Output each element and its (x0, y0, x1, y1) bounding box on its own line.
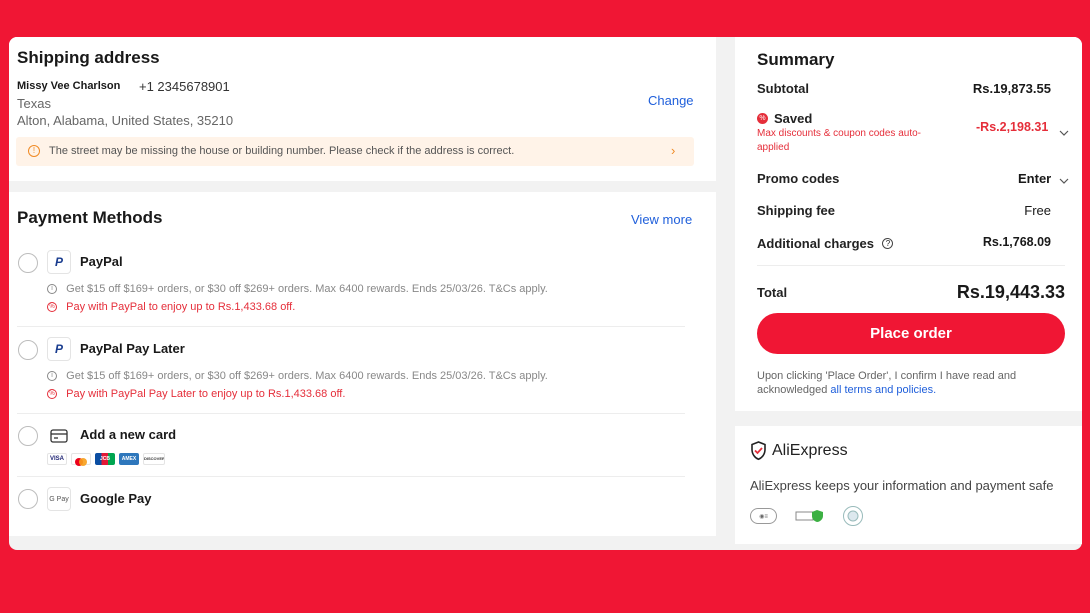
payment-option-paypal-pay-later[interactable]: P PayPal Pay Later i Get $15 off $169+ o… (9, 329, 709, 409)
paypal-pay-later-promo: % Pay with PayPal Pay Later to enjoy up … (47, 388, 345, 400)
pci-badge-icon (843, 506, 863, 526)
google-pay-label: Google Pay (80, 491, 152, 506)
terms-notice: Upon clicking 'Place Order', I confirm I… (757, 369, 1057, 397)
google-pay-icon: G Pay (47, 487, 71, 511)
paypal-info: i Get $15 off $169+ orders, or $30 off $… (47, 283, 548, 295)
paypal-pay-later-label: PayPal Pay Later (80, 341, 185, 356)
divider (17, 326, 685, 327)
additional-charges-label: Additional charges (757, 236, 875, 251)
paypal-pay-later-info-text: Get $15 off $169+ orders, or $30 off $26… (66, 370, 548, 382)
place-order-button[interactable]: Place order (757, 313, 1065, 354)
saved-value: -Rs.2,198.31 (976, 120, 1049, 134)
shipping-fee-value: Free (1024, 203, 1051, 218)
help-icon[interactable]: ? (882, 238, 894, 250)
subtotal-value: Rs.19,873.55 (972, 81, 1051, 96)
payment-methods-card: Payment Methods View more P PayPal i Get… (9, 192, 716, 536)
paypal-info-text: Get $15 off $169+ orders, or $30 off $26… (66, 283, 548, 295)
additional-charges-row: Additional charges ? (757, 235, 894, 253)
payment-title: Payment Methods (17, 208, 163, 227)
coupon-icon: % (47, 389, 57, 400)
paypal-icon: P (47, 337, 71, 361)
divider (17, 413, 685, 414)
trust-tagline: AliExpress keeps your information and pa… (750, 478, 1054, 493)
info-icon: i (47, 371, 57, 382)
paypal-radio[interactable] (18, 253, 38, 273)
aliexpress-logo: AliExpress (772, 442, 848, 459)
trust-card: AliExpress AliExpress keeps your informa… (735, 426, 1082, 544)
view-more-link[interactable]: View more (631, 212, 692, 227)
security-badge-icon: ◉≡ (750, 508, 777, 524)
promo-enter-label: Enter (1018, 171, 1052, 186)
credit-card-icon (47, 424, 71, 448)
chevron-down-icon[interactable] (1059, 123, 1069, 141)
shipping-title: Shipping address (17, 48, 160, 67)
new-card-radio[interactable] (18, 426, 38, 446)
shield-check-icon (750, 441, 767, 466)
subtotal-label: Subtotal (757, 81, 809, 96)
payment-option-paypal[interactable]: P PayPal i Get $15 off $169+ orders, or … (9, 242, 709, 322)
saved-label: Saved (774, 111, 813, 126)
paypal-icon: P (47, 250, 71, 274)
additional-charges-value: Rs.1,768.09 (982, 235, 1051, 249)
address-state: Texas (17, 96, 51, 111)
discover-logo: DISCOVER (143, 453, 165, 465)
jcb-logo: JCB (95, 453, 115, 465)
google-pay-radio[interactable] (18, 489, 38, 509)
visa-logo: VISA (47, 453, 67, 465)
order-summary-card: Summary Subtotal Rs.19,873.55 % Saved Ma… (735, 37, 1082, 411)
payment-option-google-pay[interactable]: G Pay Google Pay (9, 480, 709, 520)
total-label: Total (757, 285, 788, 300)
divider (17, 476, 685, 477)
shipping-address-card: Shipping address Missy Vee Charlson +1 2… (9, 37, 716, 181)
saved-row[interactable]: % Saved Max discounts & coupon codes aut… (757, 111, 1087, 153)
paypal-pay-later-radio[interactable] (18, 340, 38, 360)
address-warning-banner[interactable]: ! The street may be missing the house or… (16, 137, 694, 166)
paypal-pay-later-info: i Get $15 off $169+ orders, or $30 off $… (47, 370, 548, 382)
terms-link[interactable]: all terms and policies. (830, 384, 936, 396)
chevron-right-icon: › (671, 143, 676, 158)
paypal-label: PayPal (80, 254, 123, 269)
paypal-promo-text: Pay with PayPal to enjoy up to Rs.1,433.… (66, 301, 296, 313)
new-card-label: Add a new card (80, 427, 177, 442)
saved-note: Max discounts & coupon codes auto-applie… (757, 128, 921, 153)
summary-title: Summary (757, 50, 835, 69)
warning-text: The street may be missing the house or b… (49, 145, 515, 157)
promo-enter-button[interactable]: Enter (1018, 171, 1069, 187)
payment-option-new-card[interactable]: Add a new card VISA JCB AMEX DISCOVER (9, 416, 709, 472)
recipient-phone: +1 2345678901 (139, 79, 230, 94)
verified-badge-icon (795, 508, 825, 524)
recipient-name: Missy Vee Charlson (17, 80, 121, 92)
paypal-pay-later-promo-text: Pay with PayPal Pay Later to enjoy up to… (66, 388, 346, 400)
paypal-promo: % Pay with PayPal to enjoy up to Rs.1,43… (47, 301, 295, 313)
total-value: Rs.19,443.33 (956, 282, 1065, 302)
coupon-icon: % (47, 302, 57, 313)
warning-icon: ! (28, 145, 40, 157)
promo-codes-label: Promo codes (757, 171, 840, 186)
discount-icon: % (757, 113, 768, 124)
amex-logo: AMEX (119, 453, 139, 465)
shipping-fee-label: Shipping fee (757, 203, 835, 218)
address-line: Alton, Alabama, United States, 35210 (17, 113, 234, 128)
divider (757, 265, 1065, 266)
chevron-down-icon (1059, 172, 1069, 187)
info-icon: i (47, 284, 57, 295)
mastercard-logo (71, 453, 91, 466)
change-address-link[interactable]: Change (648, 93, 694, 108)
